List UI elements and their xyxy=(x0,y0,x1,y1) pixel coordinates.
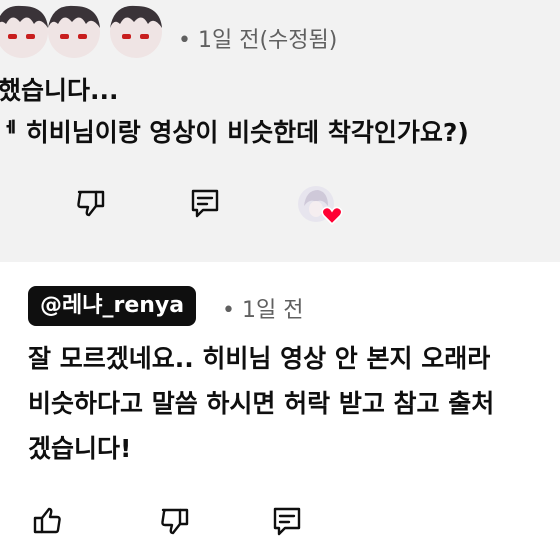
comment-timestamp: • 1일 전 xyxy=(222,298,304,323)
comment-line: 했습니다... xyxy=(0,76,119,105)
reply-icon[interactable] xyxy=(270,504,304,538)
avatar xyxy=(110,5,162,58)
comment-line: 비슷하다고 말씀 하시면 허락 받고 참고 출처 xyxy=(28,389,495,418)
comment-action-bar xyxy=(0,180,560,230)
author-handle-badge[interactable]: @레냐_renya xyxy=(28,286,197,326)
thumbs-down-icon[interactable] xyxy=(74,186,108,220)
commenter-avatar-group[interactable] xyxy=(0,0,180,62)
comment-text: 잘 모르겠네요.. 히비님 영상 안 본지 오래라 비슷하다고 말씀 하시면 허… xyxy=(28,336,494,471)
comment-action-bar xyxy=(0,500,560,544)
thumbs-down-icon[interactable] xyxy=(158,504,192,538)
creator-heart-icon[interactable] xyxy=(296,184,346,226)
comment-timestamp: • 1일 전(수정됨) xyxy=(178,28,338,53)
thumbs-up-icon[interactable] xyxy=(30,504,64,538)
avatar xyxy=(48,5,100,58)
comment-line: ᅦ 히비님이랑 영상이 비슷한데 착각인가요?) xyxy=(0,118,469,147)
comment-text: 했습니다... ᅦ 히비님이랑 영상이 비슷한데 착각인가요?) xyxy=(0,70,469,154)
comment-line: 잘 모르겠네요.. 히비님 영상 안 본지 오래라 xyxy=(28,344,491,373)
reply-icon[interactable] xyxy=(188,186,222,220)
comment-line: 겠습니다! xyxy=(28,434,132,463)
